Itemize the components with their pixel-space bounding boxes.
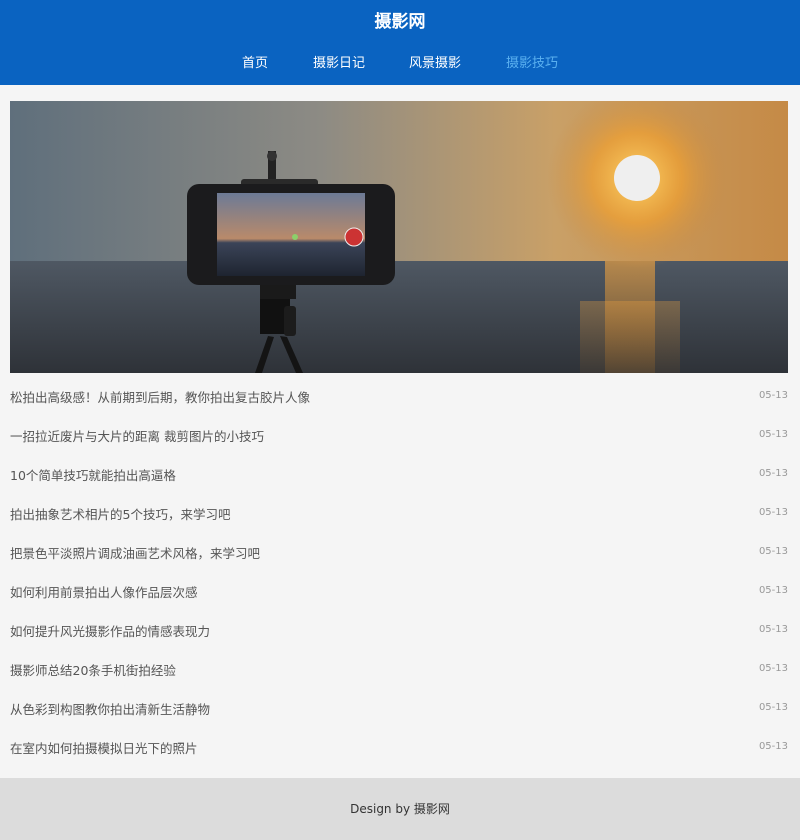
banner-image[interactable]	[10, 101, 788, 373]
article-title[interactable]: 把景色平淡照片调成油画艺术风格，来学习吧	[10, 545, 260, 563]
list-item[interactable]: 如何利用前景拍出人像作品层次感 05-13	[10, 574, 788, 613]
article-title[interactable]: 10个简单技巧就能拍出高逼格	[10, 467, 176, 485]
article-title[interactable]: 如何利用前景拍出人像作品层次感	[10, 584, 198, 602]
article-date: 05-13	[758, 468, 788, 479]
article-title[interactable]: 拍出抽象艺术相片的5个技巧，来学习吧	[10, 506, 230, 524]
footer-credit: Design by 摄影网	[350, 802, 450, 816]
article-title[interactable]: 如何提升风光摄影作品的情感表现力	[10, 623, 210, 641]
site-footer: Design by 摄影网	[0, 778, 800, 840]
article-date: 05-13	[758, 507, 788, 518]
list-item[interactable]: 从色彩到构图教你拍出清新生活静物 05-13	[10, 691, 788, 730]
nav-item-photo-tips[interactable]: 摄影技巧	[506, 54, 558, 74]
list-item[interactable]: 把景色平淡照片调成油画艺术风格，来学习吧 05-13	[10, 535, 788, 574]
article-title[interactable]: 松拍出高级感！从前期到后期，教你拍出复古胶片人像	[10, 389, 310, 407]
site-header: 摄影网 首页 摄影日记 风景摄影 摄影技巧	[0, 0, 800, 85]
article-title[interactable]: 摄影师总结20条手机街拍经验	[10, 662, 176, 680]
article-date: 05-13	[758, 585, 788, 596]
list-item[interactable]: 10个简单技巧就能拍出高逼格 05-13	[10, 457, 788, 496]
list-item[interactable]: 松拍出高级感！从前期到后期，教你拍出复古胶片人像 05-13	[10, 379, 788, 418]
article-title[interactable]: 从色彩到构图教你拍出清新生活静物	[10, 701, 210, 719]
list-item[interactable]: 在室内如何拍摄模拟日光下的照片 05-13	[10, 730, 788, 769]
article-date: 05-13	[758, 741, 788, 752]
site-title[interactable]: 摄影网	[0, 10, 800, 34]
article-date: 05-13	[758, 390, 788, 401]
article-title[interactable]: 一招拉近废片与大片的距离 裁剪图片的小技巧	[10, 428, 264, 446]
nav-item-landscape[interactable]: 风景摄影	[409, 54, 461, 74]
list-item[interactable]: 如何提升风光摄影作品的情感表现力 05-13	[10, 613, 788, 652]
article-date: 05-13	[758, 429, 788, 440]
article-title[interactable]: 在室内如何拍摄模拟日光下的照片	[10, 740, 198, 758]
list-item[interactable]: 一招拉近废片与大片的距离 裁剪图片的小技巧 05-13	[10, 418, 788, 457]
article-date: 05-13	[758, 663, 788, 674]
article-date: 05-13	[758, 624, 788, 635]
nav-item-photo-diary[interactable]: 摄影日记	[313, 54, 365, 74]
article-date: 05-13	[758, 702, 788, 713]
article-list: 松拍出高级感！从前期到后期，教你拍出复古胶片人像 05-13 一招拉近废片与大片…	[10, 379, 788, 769]
article-date: 05-13	[758, 546, 788, 557]
nav-item-home[interactable]: 首页	[242, 54, 268, 74]
list-item[interactable]: 拍出抽象艺术相片的5个技巧，来学习吧 05-13	[10, 496, 788, 535]
main-nav: 首页 摄影日记 风景摄影 摄影技巧	[0, 54, 800, 74]
list-item[interactable]: 摄影师总结20条手机街拍经验 05-13	[10, 652, 788, 691]
